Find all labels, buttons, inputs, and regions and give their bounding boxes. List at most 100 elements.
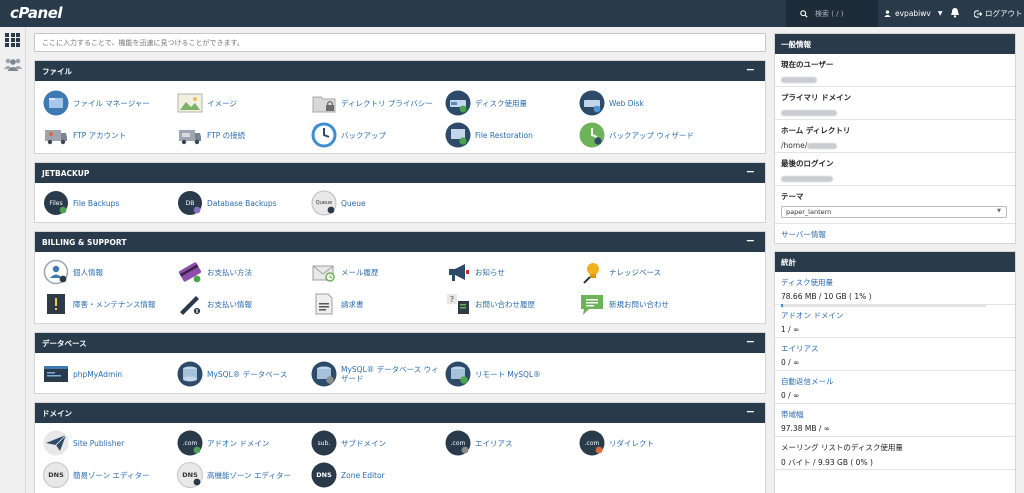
collapse-icon[interactable]: − [746, 335, 755, 348]
remote-mysql-link[interactable]: リモート MySQL® [445, 360, 575, 388]
theme-selected-value: paper_lantern [786, 208, 832, 216]
item-label: ディレクトリ プライバシー [341, 98, 433, 108]
redirects-icon: .com [579, 430, 605, 456]
backup-link[interactable]: バックアップ [311, 121, 441, 149]
stat-label[interactable]: 自動返信メール [781, 376, 1009, 387]
backup-wizard-link[interactable]: バックアップ ウィザード [579, 121, 709, 149]
stat-value: 97.38 MB / ∞ [781, 424, 831, 433]
queue-link[interactable]: Queue Queue [311, 189, 441, 217]
addon-domains-link[interactable]: .com アドオン ドメイン [177, 429, 307, 457]
collapse-icon[interactable]: − [746, 405, 755, 418]
home-directory-value: /home/ [781, 141, 1009, 150]
item-label: MySQL® データベース ウィザード [341, 365, 439, 383]
user-manager-icon[interactable] [4, 57, 22, 73]
mysql-wizard-link[interactable]: MySQL® データベース ウィザード [311, 360, 441, 388]
backup-wizard-icon [579, 122, 605, 148]
item-label: Zone Editor [341, 470, 385, 480]
panel-title: BILLING & SUPPORT [42, 237, 127, 247]
support-history-icon: ? [447, 294, 469, 314]
item-label: Queue [341, 198, 366, 208]
header-search[interactable]: 検索 ( / ) [786, 0, 878, 27]
site-publisher-link[interactable]: Site Publisher [43, 429, 173, 457]
current-user-row: 現在のユーザー [775, 54, 1015, 87]
disk-usage-link[interactable]: ディスク使用量 [445, 89, 575, 117]
cpanel-logo[interactable]: cPanel [10, 4, 63, 22]
mysql-databases-link[interactable]: MySQL® データベース [177, 360, 307, 388]
support-history-link[interactable]: ? お問い合わせ履歴 [445, 290, 575, 318]
database-backups-icon: DB [178, 191, 202, 215]
stat-row: エイリアス 0 / ∞ [775, 338, 1015, 371]
file-backups-link[interactable]: Files File Backups [43, 189, 173, 217]
personal-info-link[interactable]: 個人情報 [43, 258, 173, 286]
announcements-link[interactable]: お知らせ [445, 258, 575, 286]
advanced-zone-editor-link[interactable]: DNS 高機能ゾーン エディター [177, 461, 307, 489]
collapse-icon[interactable]: − [746, 63, 755, 76]
user-icon [884, 10, 891, 17]
home-grid-icon[interactable] [5, 33, 21, 47]
ftp-connections-link[interactable]: FTP の接続 [177, 121, 307, 149]
item-label: 個人情報 [73, 267, 103, 277]
disk-usage-icon [445, 90, 471, 116]
theme-select[interactable]: paper_lantern ▼ [781, 206, 1007, 218]
user-menu[interactable]: evpabiwv ▼ [884, 0, 942, 27]
stat-label[interactable]: アドオン ドメイン [781, 310, 1009, 321]
payment-method-link[interactable]: お支払い方法 [177, 258, 307, 286]
stat-row: 帯域幅 97.38 MB / ∞ [775, 404, 1015, 437]
theme-label: テーマ [781, 192, 804, 201]
simple-zone-editor-link[interactable]: DNS 簡易ゾーン エディター [43, 461, 173, 489]
web-disk-link[interactable]: Web Disk [579, 89, 709, 117]
stat-label[interactable]: 帯域幅 [781, 409, 1009, 420]
aliases-link[interactable]: .com エイリアス [445, 429, 575, 457]
images-link[interactable]: イメージ [177, 89, 307, 117]
chevron-down-icon: ▼ [937, 10, 943, 17]
item-label: 高機能ゾーン エディター [207, 470, 291, 480]
zone-editor-link[interactable]: DNS Zone Editor [311, 461, 441, 489]
mysql-wizard-icon [311, 361, 337, 387]
billing-panel-header[interactable]: BILLING & SUPPORT − [35, 232, 765, 252]
redirects-link[interactable]: .com リダイレクト [579, 429, 709, 457]
phpmyadmin-link[interactable]: phpMyAdmin [43, 360, 173, 388]
database-panel: データベース − phpMyAdmin MySQL® データベース MySQL®… [34, 332, 766, 394]
jetbackup-panel-header[interactable]: JETBACKUP − [35, 163, 765, 183]
domains-panel-header[interactable]: ドメイン − [35, 403, 765, 423]
current-user-value [781, 75, 1009, 84]
general-info-header: 一般情報 [775, 34, 1015, 54]
collapse-icon[interactable]: − [746, 234, 755, 247]
file-manager-icon [43, 90, 69, 116]
item-label: ディスク使用量 [475, 98, 527, 108]
primary-domain-label: プライマリ ドメイン [781, 93, 852, 102]
last-login-row: 最後のログイン [775, 153, 1015, 186]
invoices-link[interactable]: 請求書 [311, 290, 441, 318]
server-info-link[interactable]: サーバー情報 [781, 230, 826, 239]
payment-info-link[interactable]: お支払い情報 [177, 290, 307, 318]
feature-search-input[interactable] [34, 33, 766, 52]
email-history-link[interactable]: メール履歴 [311, 258, 441, 286]
stat-label[interactable]: エイリアス [781, 343, 1009, 354]
email-history-icon [312, 265, 335, 282]
item-label: Web Disk [609, 98, 644, 108]
file-manager-link[interactable]: ファイル マネージャー [43, 89, 173, 117]
directory-privacy-link[interactable]: ディレクトリ プライバシー [311, 89, 441, 117]
network-status-link[interactable]: 障害・メンテナンス情報 [43, 290, 173, 318]
logout-icon [974, 9, 982, 18]
usage-progress-fill [781, 304, 784, 307]
logout-label: ログアウト [985, 9, 1023, 18]
knowledgebase-link[interactable]: ナレッジベース [579, 258, 709, 286]
notifications-button[interactable] [950, 7, 960, 20]
item-label: Site Publisher [73, 438, 125, 448]
images-icon [177, 93, 203, 113]
new-ticket-link[interactable]: 新規お問い合わせ [579, 290, 709, 318]
collapse-icon[interactable]: − [746, 165, 755, 178]
payment-method-icon [178, 262, 202, 283]
subdomains-link[interactable]: sub. サブドメイン [311, 429, 441, 457]
logout-button[interactable]: ログアウト [974, 0, 1023, 27]
database-backups-link[interactable]: DB Database Backups [177, 189, 307, 217]
file-restoration-link[interactable]: File Restoration [445, 121, 575, 149]
stat-label[interactable]: ディスク使用量 [781, 277, 1009, 288]
redacted-value [781, 110, 837, 116]
ftp-accounts-link[interactable]: FTP アカウント [43, 121, 173, 149]
subdomains-icon: sub. [311, 430, 337, 456]
addon-domains-badge: .com [183, 440, 198, 447]
database-panel-header[interactable]: データベース − [35, 333, 765, 353]
files-panel-header[interactable]: ファイル − [35, 61, 765, 81]
